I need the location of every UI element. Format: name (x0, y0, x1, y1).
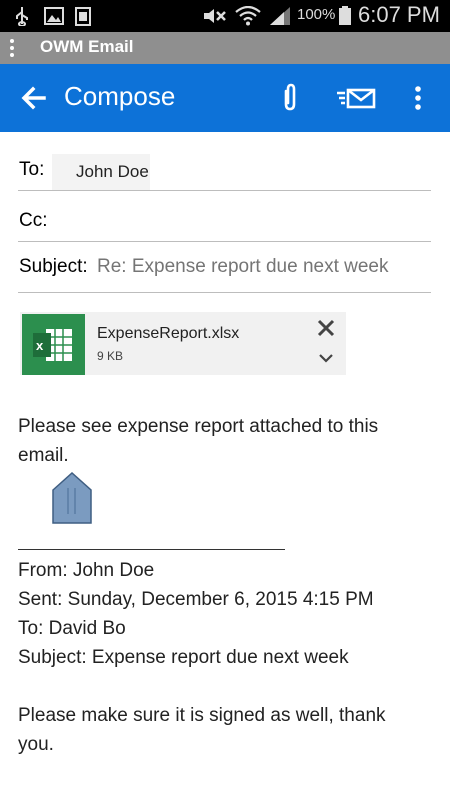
quoted-body: Please make sure it is signed as well, t… (18, 701, 386, 759)
quoted-subject: Subject: Expense report due next week (18, 647, 349, 668)
to-label: To: (19, 159, 45, 180)
remove-attachment-icon[interactable] (316, 318, 336, 338)
cc-field[interactable]: Cc: (18, 198, 431, 242)
compose-toolbar: Compose (0, 64, 450, 132)
subject-input[interactable]: Re: Expense report due next week (97, 256, 389, 278)
clock: 6:07 PM (358, 2, 440, 27)
subject-label: Subject: (19, 256, 88, 277)
message-line: email. (18, 445, 69, 466)
app-name: OWM Email (40, 37, 134, 56)
battery-100-icon (75, 7, 91, 26)
tag-icon (52, 472, 92, 524)
mute-icon (204, 9, 226, 23)
quoted-sent: Sent: Sunday, December 6, 2015 4:15 PM (18, 589, 374, 610)
send-icon[interactable] (336, 82, 376, 114)
quoted-body-line: Please make sure it is signed as well, t… (18, 705, 386, 726)
svg-text:x: x (36, 338, 44, 353)
message-body[interactable]: Please see expense report attached to th… (18, 412, 378, 470)
cc-label: Cc: (19, 210, 48, 231)
wifi-icon (235, 6, 261, 26)
attachment-filename: ExpenseReport.xlsx (97, 325, 240, 342)
excel-icon: x (22, 314, 85, 375)
battery-icon (339, 6, 351, 25)
overflow-menu-icon[interactable] (410, 82, 426, 114)
battery-percent: 100% (297, 6, 336, 23)
app-title-strip: OWM Email (0, 32, 450, 64)
chevron-down-icon[interactable] (318, 350, 334, 366)
attachment-size: 9 KB (97, 349, 124, 363)
status-bar: 100% 6:07 PM (0, 0, 450, 32)
attachment-card[interactable]: x ExpenseReport.xlsx 9 KB (20, 312, 346, 375)
quoted-message: From: John Doe Sent: Sunday, December 6,… (18, 556, 374, 672)
page-title: Compose (64, 81, 176, 111)
app-menu-icon[interactable] (8, 38, 16, 58)
image-icon (44, 7, 64, 25)
recipient-name: John Doe (76, 162, 149, 181)
quoted-to: To: David Bo (18, 618, 126, 639)
reply-separator (18, 549, 285, 550)
attach-icon[interactable] (274, 82, 306, 114)
quoted-from: From: John Doe (18, 560, 155, 581)
message-line: Please see expense report attached to th… (18, 416, 379, 437)
usb-icon (16, 7, 28, 26)
recipient-chip[interactable]: John Doe (52, 154, 150, 190)
signal-icon (270, 7, 290, 25)
back-arrow-icon[interactable] (18, 82, 50, 114)
quoted-body-line: you. (18, 734, 54, 755)
